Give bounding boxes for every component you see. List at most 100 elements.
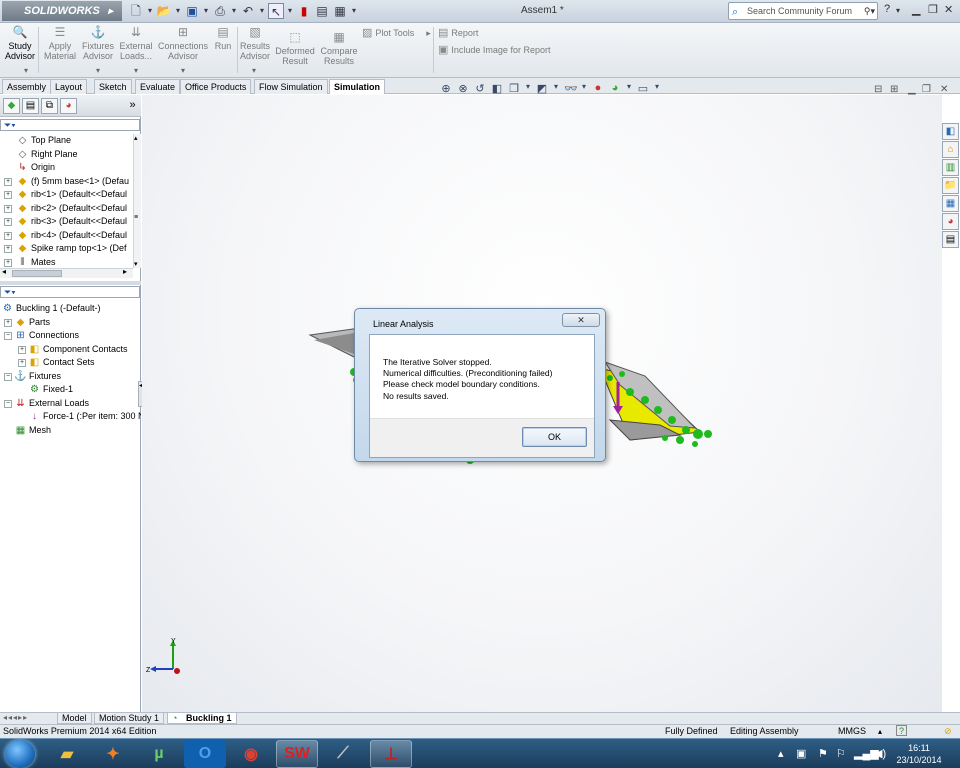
- tool-app-icon[interactable]: ⟋: [322, 740, 364, 768]
- apply-scene-icon[interactable]: ◕: [609, 82, 621, 95]
- collapse-icon[interactable]: −: [4, 399, 12, 408]
- external-loads-button[interactable]: ⇊ External Loads...: [117, 25, 155, 61]
- plot-tools-button[interactable]: ▨ Plot Tools ▸: [362, 27, 431, 39]
- tab-scroll-arrows-icon[interactable]: ◂◂◂▸▸: [3, 713, 28, 722]
- units-dropdown-icon[interactable]: ▴: [878, 725, 882, 738]
- tab-evaluate[interactable]: Evaluate: [135, 79, 181, 94]
- select-dropdown-icon[interactable]: ▾: [286, 3, 294, 19]
- display-manager-tab-icon[interactable]: ◕: [60, 98, 77, 114]
- tab-assembly[interactable]: Assembly: [2, 79, 52, 94]
- explorer-icon[interactable]: ▰: [46, 740, 88, 768]
- run-button[interactable]: ▤ Run: [211, 25, 235, 51]
- view-orientation-icon[interactable]: ❒: [508, 82, 520, 95]
- minimize-icon[interactable]: ▁: [912, 3, 920, 16]
- study-tree-node[interactable]: + ◆ Parts: [0, 316, 141, 330]
- open-dropdown-icon[interactable]: ▾: [174, 3, 182, 19]
- tray-app-icon[interactable]: ▣: [796, 747, 806, 760]
- feature-tree-node[interactable]: ◇ Top Plane: [0, 134, 133, 148]
- study-tree-node[interactable]: ↓ Force-1 (:Per item: 300 N: [0, 410, 141, 424]
- expand-icon[interactable]: +: [4, 204, 12, 213]
- chrome-icon[interactable]: ◉: [230, 740, 272, 768]
- study-tree-node[interactable]: + ◧ Component Contacts: [0, 343, 141, 357]
- undo-icon[interactable]: ↶: [240, 3, 256, 19]
- help-dropdown-icon[interactable]: ▾: [896, 6, 900, 15]
- rebuild-status-icon[interactable]: ⊘: [944, 725, 952, 738]
- feature-tree-hscrollbar[interactable]: ◂ ▸: [0, 267, 133, 278]
- search-community-field[interactable]: ⌕ Search Community Forum ⚲▾: [728, 2, 878, 20]
- section-view-icon[interactable]: ◧: [491, 82, 503, 95]
- feature-tree-node[interactable]: + ◆ rib<1> (Default<<Defaul: [0, 188, 133, 202]
- ribbon-dropdown-icon[interactable]: ▾: [181, 66, 185, 75]
- tab-layout[interactable]: Layout: [50, 79, 88, 94]
- file-explorer-icon[interactable]: 📁: [942, 177, 959, 194]
- volume-icon[interactable]: ◀): [874, 747, 886, 760]
- study-tree-node[interactable]: ⚙ Fixed-1: [0, 383, 141, 397]
- open-folder-icon[interactable]: 📂: [156, 3, 172, 19]
- custom-properties-icon[interactable]: ▤: [942, 231, 959, 248]
- study-tree-node[interactable]: ▦ Mesh: [0, 424, 141, 438]
- utorrent-icon[interactable]: µ: [138, 740, 180, 768]
- expand-icon[interactable]: +: [18, 359, 26, 367]
- tab-office-products[interactable]: Office Products: [180, 79, 252, 94]
- ribbon-dropdown-icon[interactable]: ▾: [134, 66, 138, 75]
- ribbon-dropdown-icon[interactable]: ▾: [96, 66, 100, 75]
- study-tree-node[interactable]: ⚙ Buckling 1 (-Default-): [0, 302, 141, 316]
- study-tree-node[interactable]: + ◧ Contact Sets: [0, 356, 141, 370]
- start-button[interactable]: [5, 740, 35, 768]
- study-advisor-button[interactable]: 🔍 Study Advisor: [4, 25, 36, 61]
- clock[interactable]: 16:11 23/10/2014: [893, 742, 945, 766]
- doc-restore-icon[interactable]: ❐: [922, 84, 931, 95]
- zoom-to-fit-icon[interactable]: ⊕: [440, 82, 452, 95]
- study-tree-node[interactable]: − ⚓ Fixtures: [0, 370, 141, 384]
- property-manager-tab-icon[interactable]: ▤: [22, 98, 39, 114]
- new-dropdown-icon[interactable]: ▾: [146, 3, 154, 19]
- expand-icon[interactable]: +: [4, 245, 12, 253]
- viewport-expand-icon[interactable]: ⊟: [874, 84, 882, 95]
- doc-minimize-icon[interactable]: ▁: [908, 84, 916, 95]
- zoom-to-area-icon[interactable]: ⊗: [457, 82, 469, 95]
- options-icon[interactable]: ▦: [332, 3, 348, 19]
- collapse-icon[interactable]: −: [4, 372, 12, 381]
- appearances-icon[interactable]: ◕: [942, 213, 959, 230]
- configuration-manager-tab-icon[interactable]: ⧉: [41, 98, 58, 114]
- options-dropdown-icon[interactable]: ▾: [350, 3, 358, 19]
- fixtures-advisor-button[interactable]: ⚓ Fixtures Advisor: [80, 25, 116, 61]
- feature-tree-node[interactable]: ◇ Right Plane: [0, 148, 133, 162]
- expand-icon[interactable]: +: [4, 218, 12, 226]
- feature-tree-node[interactable]: + ⦀ Mates: [0, 256, 133, 270]
- simulation-app-icon[interactable]: ⊥: [370, 740, 412, 768]
- network-icon[interactable]: ⚐: [836, 747, 846, 760]
- unit-system[interactable]: MMGS: [838, 725, 866, 738]
- expand-icon[interactable]: +: [4, 231, 12, 240]
- solidworks-taskbar-icon[interactable]: SW: [276, 740, 318, 768]
- scroll-up-icon[interactable]: ▴: [134, 134, 138, 142]
- solidworks-logo[interactable]: SOLIDWORKS ▸: [2, 1, 122, 21]
- scroll-down-icon[interactable]: ▾: [134, 260, 138, 268]
- previous-view-icon[interactable]: ↺: [474, 82, 486, 95]
- study-tree-node[interactable]: − ⊞ Connections: [0, 329, 141, 343]
- report-button[interactable]: ▤ Report: [438, 27, 478, 39]
- home-icon[interactable]: ⌂: [942, 141, 959, 158]
- view-settings-dropdown-icon[interactable]: ▾: [654, 82, 660, 95]
- tab-model[interactable]: Model: [57, 713, 92, 724]
- expand-icon[interactable]: +: [4, 318, 12, 327]
- close-icon[interactable]: ✕: [944, 3, 953, 16]
- view-palette-icon[interactable]: ▦: [942, 195, 959, 212]
- expand-icon[interactable]: +: [4, 258, 12, 267]
- print-icon[interactable]: ⎙: [212, 3, 228, 19]
- solidworks-resources-icon[interactable]: ◧: [942, 123, 959, 140]
- deformed-result-button[interactable]: ⬚ Deformed Result: [274, 30, 316, 66]
- compare-results-button[interactable]: ▦ Compare Results: [318, 30, 360, 66]
- connections-advisor-button[interactable]: ⊞ Connections Advisor: [157, 25, 209, 61]
- viewport-split-icon[interactable]: ⊞: [890, 84, 898, 95]
- tab-flow-simulation[interactable]: Flow Simulation: [254, 79, 328, 94]
- dialog-close-button[interactable]: ✕: [562, 313, 600, 327]
- study-tree-node[interactable]: − ⇊ External Loads: [0, 397, 141, 411]
- apply-material-button[interactable]: ☰ Apply Material: [42, 25, 78, 61]
- panel-splitter[interactable]: [0, 281, 141, 285]
- tab-simulation[interactable]: Simulation: [329, 79, 386, 94]
- feature-tree-node[interactable]: + ◆ rib<3> (Default<<Defaul: [0, 215, 133, 229]
- new-document-icon[interactable]: 🗋: [128, 3, 144, 19]
- include-image-button[interactable]: ▣ Include Image for Report: [438, 44, 550, 56]
- feature-tree-node[interactable]: + ◆ (f) 5mm base<1> (Defau: [0, 175, 133, 189]
